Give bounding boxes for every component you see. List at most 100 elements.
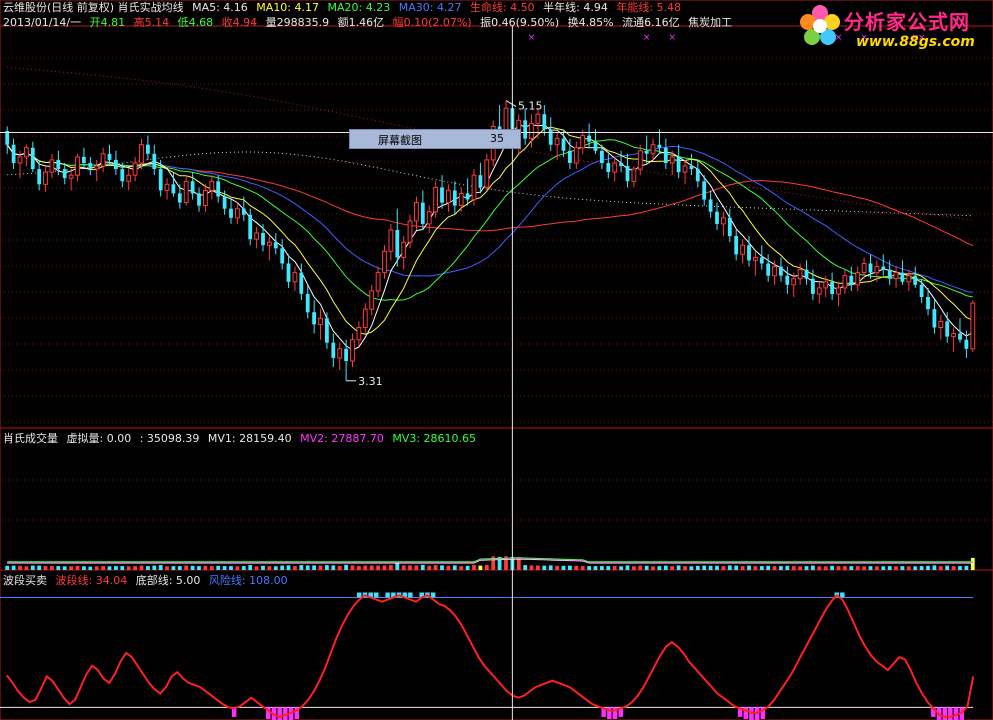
candle <box>356 321 362 346</box>
volume-bar <box>593 566 598 570</box>
candle <box>753 251 758 276</box>
candle-body <box>945 321 950 337</box>
volume-bar <box>30 565 35 570</box>
band-line <box>6 593 975 718</box>
candle-body <box>874 266 880 274</box>
signal-marker: × <box>668 33 676 43</box>
candle-body <box>286 263 291 282</box>
candle-body <box>452 190 457 206</box>
volume-bars[interactable] <box>5 556 975 570</box>
volume-bar <box>919 566 924 570</box>
volume-bar <box>101 566 105 570</box>
candle <box>804 260 809 285</box>
mv3-value: MV3: 28610.65 <box>392 432 477 445</box>
candle-body <box>484 159 490 188</box>
tooltip-label: 屏幕截图 <box>378 133 422 147</box>
volume-bar <box>938 566 943 570</box>
candle <box>849 266 854 291</box>
candle <box>836 281 841 307</box>
volume-bar <box>875 566 879 570</box>
candle <box>344 339 348 381</box>
candle-body <box>305 294 310 313</box>
volume-bar <box>24 566 29 570</box>
candle-body <box>299 272 304 294</box>
candle <box>766 254 771 282</box>
volume-bar <box>657 566 662 570</box>
candle <box>426 205 432 234</box>
candle-body <box>791 278 797 286</box>
volume-bar <box>350 565 355 570</box>
volume-bar <box>894 566 898 570</box>
volume-bar <box>798 566 802 570</box>
volume-bar <box>529 565 534 570</box>
volume-bar <box>683 566 687 570</box>
candle-body <box>893 272 899 280</box>
candle-body <box>836 287 841 295</box>
volume-bar <box>695 565 700 570</box>
candle-body <box>535 113 541 124</box>
candle-body <box>747 245 751 261</box>
volume-bar <box>254 566 259 570</box>
candle <box>637 144 643 176</box>
volume-bar <box>766 565 771 570</box>
candle <box>855 266 861 291</box>
candle-body <box>146 144 150 154</box>
volume-bar <box>94 566 99 570</box>
oscillator-header: 波段买卖 波段线: 34.04 底部线: 5.00 风险线: 108.00 <box>3 574 293 588</box>
volume-bar <box>970 557 975 570</box>
logo-url[interactable]: www.88gs.com <box>856 34 975 50</box>
candle <box>350 333 355 368</box>
volume-bar <box>478 565 483 570</box>
volume-bar <box>747 565 751 570</box>
candle <box>420 190 425 230</box>
volume-bar <box>389 565 393 570</box>
volume-bar <box>689 566 694 570</box>
candle <box>919 278 924 304</box>
candle-body <box>100 153 106 167</box>
volume-bar <box>785 565 790 570</box>
candle <box>951 327 957 352</box>
mv2-value: MV2: 27887.70 <box>300 432 384 445</box>
volume-bar <box>433 565 438 570</box>
candle-body <box>811 278 815 294</box>
candle-body <box>375 272 381 292</box>
candle-body <box>587 135 591 142</box>
candle-body <box>248 214 253 240</box>
candle <box>868 254 873 279</box>
candle <box>932 300 937 334</box>
candle-body <box>350 339 355 362</box>
candle-body <box>554 138 560 146</box>
candle-body <box>426 211 432 225</box>
volume-bar <box>536 565 540 570</box>
candle <box>663 138 668 170</box>
volume-bar <box>958 566 962 570</box>
candle-body <box>542 114 547 130</box>
candle <box>842 269 848 294</box>
volume-bar <box>855 566 860 570</box>
volume-bar <box>190 565 195 570</box>
volume-bar <box>772 566 777 570</box>
candle-body <box>75 156 80 176</box>
crosshair-tooltip: 屏幕截图 35 <box>349 128 521 149</box>
close-price: 收4.94 <box>221 16 258 29</box>
candle-body <box>816 287 822 295</box>
volume-bar <box>951 566 956 570</box>
band-oscillator[interactable] <box>0 592 975 720</box>
candle-body <box>471 174 477 201</box>
candle-body <box>842 275 848 289</box>
candle <box>273 233 278 255</box>
candle-body <box>606 163 611 173</box>
volume-bar <box>612 566 617 570</box>
volume-bar <box>62 566 67 570</box>
candle-body <box>715 211 719 224</box>
candle-body <box>369 290 375 310</box>
volume-bar <box>273 566 278 570</box>
volume-bar <box>548 565 553 570</box>
volume-bar <box>318 565 323 570</box>
low-price: 低4.68 <box>177 16 214 29</box>
volume-bar <box>721 566 726 570</box>
candle <box>650 138 656 160</box>
volume-bar <box>344 564 348 570</box>
volume-bar <box>823 566 828 570</box>
volume-bar <box>69 566 73 570</box>
